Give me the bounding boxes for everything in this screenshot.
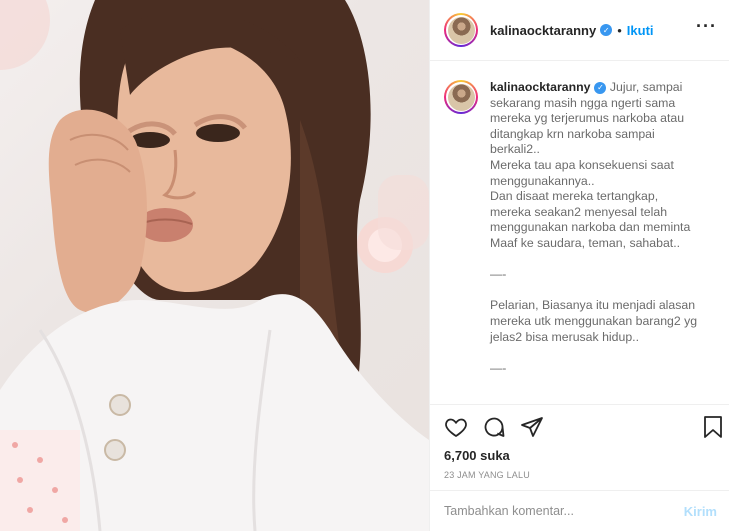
comment-bubble-icon[interactable] (482, 415, 506, 439)
paper-plane-icon[interactable] (520, 415, 544, 439)
caption-first-line: Jujur, sampai (609, 80, 683, 94)
caption-line (490, 345, 716, 361)
caption-line (490, 252, 716, 268)
post-details-panel: kalinaocktaranny ✓ • Ikuti ··· kalinaock… (429, 0, 729, 531)
caption-line: Dan disaat mereka tertangkap, (490, 189, 659, 204)
caption-line: jelas2 bisa merusak hidup.. (490, 329, 640, 344)
avatar-image (447, 16, 475, 44)
comment-input[interactable] (444, 504, 684, 518)
caption-line: Mereka tau apa konsekuensi saat (490, 157, 674, 172)
post-media[interactable] (0, 0, 429, 531)
post-timestamp[interactable]: 23 JAM YANG LALU (444, 470, 530, 480)
separator-dot: • (617, 22, 622, 38)
bookmark-icon[interactable] (702, 415, 724, 439)
caption-line: —- (490, 360, 507, 375)
caption-line (490, 283, 716, 299)
action-bar (444, 412, 724, 442)
username-link[interactable]: kalinaocktaranny (490, 23, 596, 38)
verified-badge-icon: ✓ (594, 81, 607, 94)
follow-button[interactable]: Ikuti (627, 23, 654, 38)
post-photo (0, 0, 429, 531)
post-comment-button[interactable]: Kirim (684, 504, 717, 519)
caption-lines: sekarang masih ngga ngerti sama mereka yg… (490, 96, 716, 377)
post-header: kalinaocktaranny ✓ • Ikuti ··· (430, 0, 729, 61)
caption-section: kalinaocktaranny ✓ Jujur, sampai sekarang… (430, 62, 729, 405)
like-count[interactable]: 6,700 suka (444, 448, 510, 463)
comment-bar: Kirim (430, 490, 729, 531)
verified-badge-icon: ✓ (600, 24, 613, 36)
caption-line: menggunakannya.. (490, 173, 595, 188)
caption-line: mereka utk menggunakan barang2 yg (490, 313, 698, 328)
caption-line: mereka seakan2 menyesal telah (490, 204, 668, 219)
caption-line: ditangkap krn narkoba sampai (490, 126, 655, 141)
caption-username-link[interactable]: kalinaocktaranny (490, 80, 590, 94)
caption-line: —- (490, 267, 507, 282)
caption-line: menggunakan narkoba dan meminta (490, 220, 691, 235)
heart-icon[interactable] (444, 415, 468, 439)
caption-text: kalinaocktaranny ✓ Jujur, sampai sekarang… (490, 80, 716, 404)
caption-line: Pelarian, Biasanya itu menjadi alasan (490, 298, 696, 313)
caption-line: Maaf ke saudara, teman, sahabat.. (490, 235, 681, 250)
caption-line: mereka yg terjerumus narkoba atau (490, 111, 685, 126)
caption-line: sekarang masih ngga ngerti sama (490, 95, 676, 110)
more-options-icon[interactable]: ··· (696, 17, 717, 39)
avatar[interactable] (444, 13, 478, 47)
caption-avatar[interactable] (444, 80, 478, 114)
caption-line: berkali2.. (490, 142, 540, 157)
